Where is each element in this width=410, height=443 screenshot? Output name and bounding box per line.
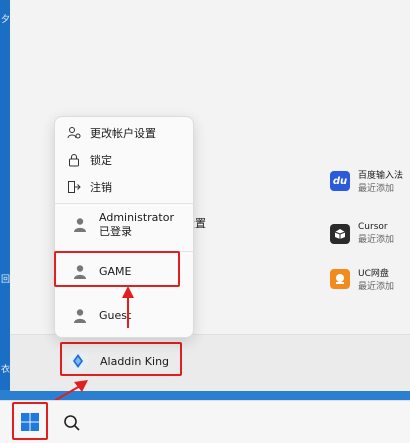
- arrow-up-to-game: [122, 286, 134, 328]
- annotation-arrows: [41, 286, 134, 409]
- search-button[interactable]: [58, 410, 86, 436]
- highlight-box-start: [12, 402, 48, 440]
- search-icon: [64, 415, 80, 431]
